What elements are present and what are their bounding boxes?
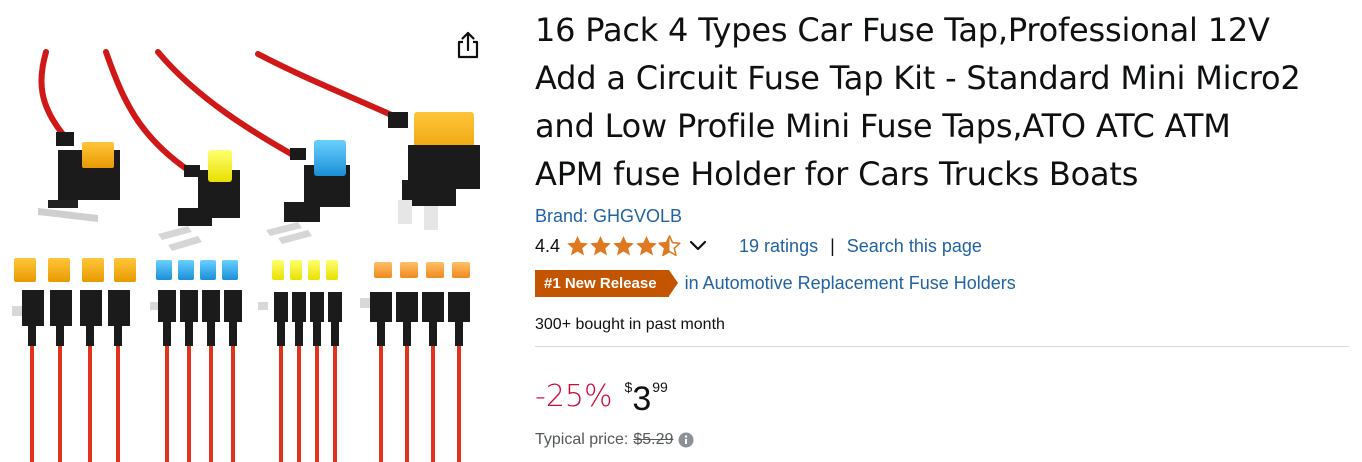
price: $ 3 99 — [625, 377, 668, 419]
section-divider — [535, 346, 1349, 347]
star-icon — [613, 235, 634, 256]
image-gallery — [0, 0, 520, 462]
bought-count: 300+ bought in past month — [535, 316, 725, 333]
search-page-link[interactable]: Search this page — [847, 236, 982, 257]
rating-value: 4.4 — [535, 235, 561, 256]
rating-dropdown[interactable] — [689, 240, 707, 252]
discount-percent: -25% — [535, 379, 613, 414]
price-info-button[interactable] — [678, 432, 694, 448]
star-icon — [590, 235, 611, 256]
typical-price-row: Typical price: $5.29 — [535, 431, 1349, 449]
new-release-badge[interactable]: #1 New Release — [535, 269, 678, 297]
chevron-down-icon — [689, 240, 707, 251]
typical-price-value: $5.29 — [633, 431, 674, 448]
product-title-line: and Low Profile Mini Fuse Taps,ATO ATC A… — [535, 107, 1231, 145]
ratings-count-link[interactable]: 19 ratings — [739, 236, 818, 257]
star-icon — [636, 235, 657, 256]
price-whole: 3 — [632, 380, 652, 418]
star-rating[interactable] — [566, 235, 681, 257]
star-half-icon — [658, 235, 681, 257]
product-title: 16 Pack 4 Types Car Fuse Tap,Professiona… — [535, 6, 1349, 198]
price-symbol: $ — [624, 379, 633, 395]
typical-price-label: Typical price: — [535, 431, 629, 448]
badge-category-link[interactable]: in Automotive Replacement Fuse Holders — [685, 273, 1016, 294]
brand-link[interactable]: Brand: GHGVOLB — [535, 205, 682, 227]
price-row: -25% $ 3 99 — [535, 377, 1349, 419]
best-seller-row: #1 New Release in Automotive Replacement… — [535, 269, 1349, 297]
star-icon — [567, 235, 588, 256]
product-info: 16 Pack 4 Types Car Fuse Tap,Professiona… — [535, 6, 1349, 449]
price-fraction: 99 — [652, 379, 668, 395]
product-title-line: 16 Pack 4 Types Car Fuse Tap,Professiona… — [535, 11, 1270, 49]
product-image[interactable] — [8, 40, 480, 462]
info-icon — [678, 432, 694, 448]
divider-bar: | — [830, 235, 835, 256]
rating-row: 4.4 19 ratings | Search this page — [535, 233, 1349, 259]
product-title-line: APM fuse Holder for Cars Trucks Boats — [535, 155, 1139, 193]
product-title-line: Add a Circuit Fuse Tap Kit - Standard Mi… — [535, 59, 1301, 97]
